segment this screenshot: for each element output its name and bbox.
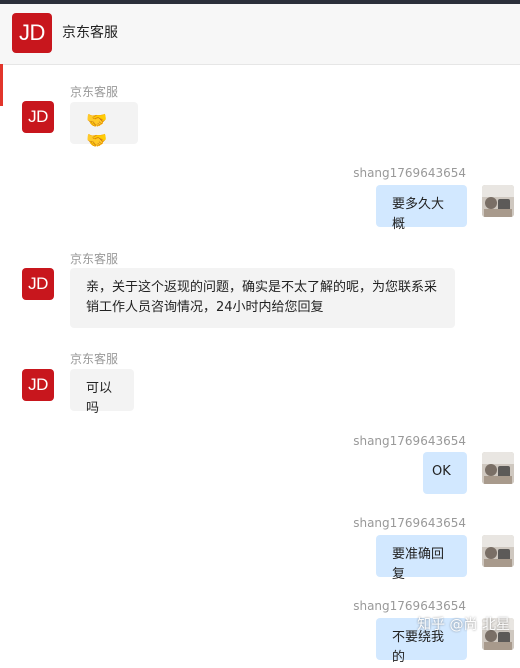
user-photo-avatar[interactable] xyxy=(482,535,514,567)
user-photo-icon xyxy=(482,452,514,484)
sender-name: 京东客服 xyxy=(70,252,119,266)
active-indicator xyxy=(0,64,3,106)
user-photo-avatar[interactable] xyxy=(482,185,514,217)
jd-avatar[interactable]: JD xyxy=(22,369,54,401)
message-bubble: 要多久大概 xyxy=(376,185,467,232)
jd-avatar[interactable]: JD xyxy=(12,13,52,53)
message-bubble: 要准确回复 xyxy=(376,535,467,582)
jd-avatar[interactable]: JD xyxy=(22,101,54,133)
sender-name: shang1769643654 xyxy=(353,166,466,180)
user-photo-avatar[interactable] xyxy=(482,452,514,484)
message-bubble: 🤝🤝 xyxy=(70,102,138,151)
message-bubble: 可以吗 xyxy=(70,369,134,416)
sender-name: shang1769643654 xyxy=(353,516,466,530)
user-photo-icon xyxy=(482,535,514,567)
sender-name: shang1769643654 xyxy=(353,599,466,613)
jd-avatar[interactable]: JD xyxy=(22,268,54,300)
sender-name: shang1769643654 xyxy=(353,434,466,448)
sender-name: 京东客服 xyxy=(70,85,119,99)
watermark: 知乎 @尚 北星 xyxy=(417,617,510,633)
message-bubble: OK xyxy=(423,452,467,494)
user-photo-icon xyxy=(482,185,514,217)
chat-title: 京东客服 xyxy=(62,25,118,41)
sender-name: 京东客服 xyxy=(70,352,119,366)
message-bubble: 亲，关于这个返现的问题，确实是不太了解的呢，为您联系采销工作人员咨询情况，24小… xyxy=(70,268,455,328)
chat-header: JD 京东客服 xyxy=(0,4,520,65)
